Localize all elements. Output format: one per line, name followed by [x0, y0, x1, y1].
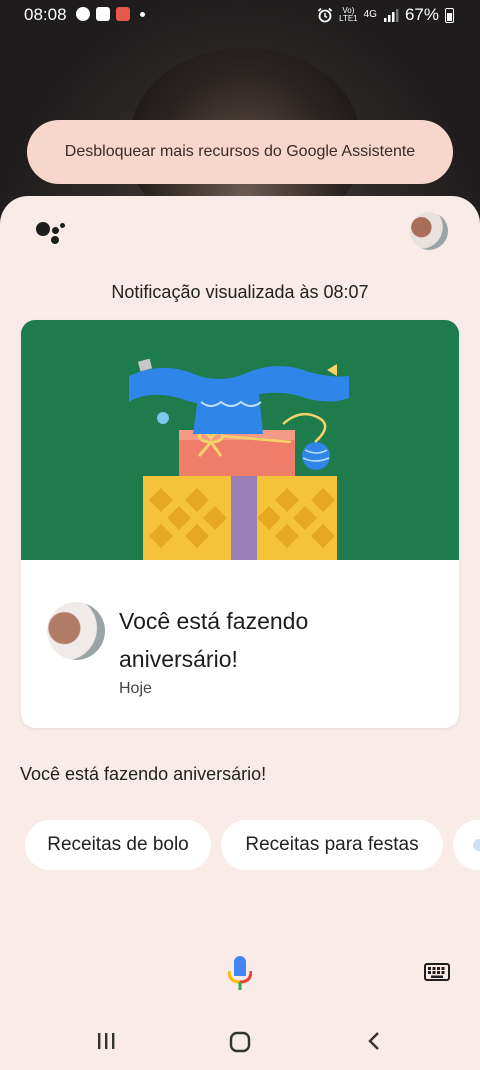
profile-avatar[interactable]	[410, 212, 448, 250]
battery-percent: 67%	[404, 5, 439, 24]
unlock-features-button[interactable]: Desbloquear mais recursos do Google Assi…	[27, 120, 453, 184]
app-icon	[116, 7, 130, 21]
status-time: 08:08	[24, 5, 67, 24]
google-assistant-logo-icon	[36, 220, 66, 246]
notification-time: Notificação visualizada às 08:07	[111, 282, 369, 302]
alarm-icon	[317, 7, 333, 23]
volte-indicator: Vo) LTE1	[339, 6, 358, 23]
home-icon[interactable]	[228, 1030, 252, 1054]
back-icon[interactable]	[364, 1030, 386, 1052]
status-bar: 08:08 Vo) LTE1 4G 67%	[0, 0, 480, 30]
battery-icon	[445, 7, 454, 23]
card-subtitle: Hoje	[119, 680, 152, 697]
keyboard-icon[interactable]	[424, 963, 450, 981]
birthday-card[interactable]: Você está fazendo aniversário! Hoje	[21, 320, 459, 728]
mic-icon[interactable]	[228, 956, 252, 990]
suggestion-chip-label: Receitas para festas	[245, 834, 419, 855]
suggestion-chip-cake-recipes[interactable]: Receitas de bolo	[25, 820, 211, 870]
signal-icon	[383, 9, 399, 22]
gift-illustration	[129, 358, 349, 560]
suggestion-chip-party-recipes[interactable]: Receitas para festas	[221, 820, 443, 870]
network-type: 4G	[363, 9, 377, 20]
more-notifications-icon	[140, 11, 145, 17]
unlock-features-label: Desbloquear mais recursos do Google Assi…	[64, 143, 416, 160]
outlook-icon	[96, 7, 110, 21]
notification-icons	[76, 7, 145, 21]
assistant-response: Você está fazendo aniversário!	[20, 764, 267, 784]
recents-icon[interactable]	[95, 1030, 117, 1052]
facebook-icon	[76, 7, 90, 21]
status-right: Vo) LTE1 4G 67%	[317, 5, 454, 25]
birthday-banner	[21, 320, 459, 560]
suggestion-chip-label: Receitas de bolo	[47, 834, 189, 855]
card-avatar	[47, 602, 105, 660]
card-title: Você está fazendo aniversário!	[119, 608, 309, 672]
